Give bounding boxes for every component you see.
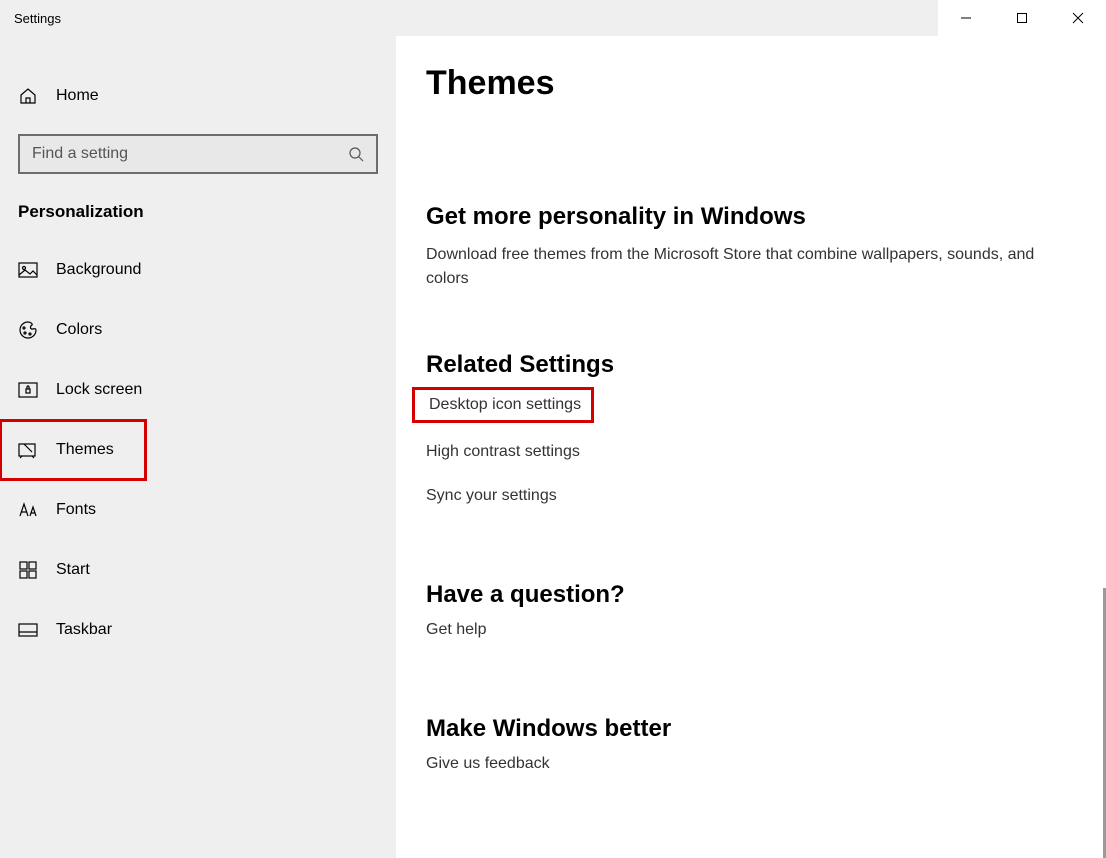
minimize-icon (960, 12, 972, 24)
titlebar: Settings (0, 0, 1106, 36)
related-heading: Related Settings (426, 351, 1076, 379)
home-nav[interactable]: Home (0, 72, 396, 120)
sidebar-item-themes[interactable]: Themes (0, 420, 146, 480)
main-content: Themes Get more personality in Windows D… (396, 36, 1106, 858)
link-get-help[interactable]: Get help (426, 621, 486, 639)
sidebar-item-colors[interactable]: Colors (0, 300, 396, 360)
sidebar-item-label: Taskbar (56, 621, 112, 639)
link-feedback[interactable]: Give us feedback (426, 755, 550, 773)
search-box[interactable] (18, 134, 378, 174)
sidebar-item-label: Colors (56, 321, 102, 339)
better-heading: Make Windows better (426, 715, 1076, 743)
category-title: Personalization (0, 192, 396, 240)
search-input[interactable] (32, 145, 348, 163)
personality-heading: Get more personality in Windows (426, 203, 1076, 231)
taskbar-icon (18, 620, 38, 640)
page-title: Themes (426, 64, 1076, 103)
sidebar-item-label: Fonts (56, 501, 96, 519)
question-heading: Have a question? (426, 581, 1076, 609)
window-title: Settings (0, 11, 61, 26)
picture-icon (18, 260, 38, 280)
personality-desc: Download free themes from the Microsoft … (426, 243, 1066, 291)
sidebar-item-start[interactable]: Start (0, 540, 396, 600)
sidebar: Home Personalization Background Colors (0, 36, 396, 858)
sidebar-item-label: Start (56, 561, 90, 579)
sidebar-item-lockscreen[interactable]: Lock screen (0, 360, 396, 420)
link-high-contrast[interactable]: High contrast settings (426, 443, 580, 461)
minimize-button[interactable] (938, 0, 994, 36)
maximize-icon (1016, 12, 1028, 24)
home-label: Home (56, 87, 99, 105)
search-icon (348, 146, 364, 162)
sidebar-item-taskbar[interactable]: Taskbar (0, 600, 396, 660)
start-icon (18, 560, 38, 580)
sidebar-item-label: Themes (56, 441, 114, 459)
close-button[interactable] (1050, 0, 1106, 36)
fonts-icon (18, 500, 38, 520)
sidebar-item-label: Background (56, 261, 141, 279)
sidebar-item-background[interactable]: Background (0, 240, 396, 300)
home-icon (18, 86, 38, 106)
sidebar-item-label: Lock screen (56, 381, 142, 399)
lockscreen-icon (18, 380, 38, 400)
themes-icon (18, 440, 38, 460)
link-sync-settings[interactable]: Sync your settings (426, 487, 557, 505)
palette-icon (18, 320, 38, 340)
maximize-button[interactable] (994, 0, 1050, 36)
sidebar-item-fonts[interactable]: Fonts (0, 480, 396, 540)
link-desktop-icon-settings[interactable]: Desktop icon settings (412, 387, 594, 423)
close-icon (1072, 12, 1084, 24)
